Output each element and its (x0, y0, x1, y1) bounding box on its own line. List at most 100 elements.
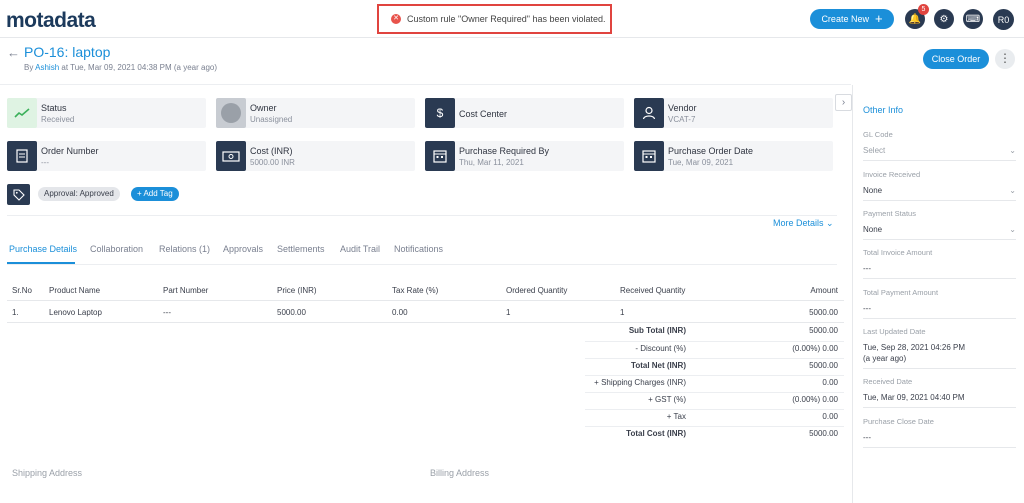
back-arrow-icon[interactable]: ← (7, 45, 20, 60)
summary-label: - Discount (%) (635, 344, 686, 353)
field-value: --- (863, 304, 871, 313)
status-label: Status (41, 103, 67, 113)
required-by-label: Purchase Required By (459, 146, 550, 156)
cost-center-card[interactable]: $ Cost Center (425, 98, 624, 128)
tab-purchase-details[interactable]: Purchase Details (9, 244, 77, 254)
other-info-title: Other Info (863, 105, 904, 115)
summary-label: Total Net (INR) (631, 361, 686, 370)
dollar-icon: $ (425, 98, 455, 128)
chevron-down-icon: ⌄ (1009, 186, 1016, 195)
field-value: --- (863, 433, 871, 442)
divider (585, 358, 844, 359)
cell-part-number: --- (163, 308, 171, 317)
payment-status-field[interactable]: Payment Status None ⌄ (863, 209, 1016, 240)
more-details-label: More Details (773, 218, 824, 228)
keyboard-icon[interactable]: ⌨ (963, 9, 983, 29)
required-by-card[interactable]: Purchase Required By Thu, Mar 11, 2021 (425, 141, 624, 171)
tab-notifications[interactable]: Notifications (394, 244, 443, 254)
user-placeholder-icon (216, 98, 246, 128)
more-options-icon[interactable]: ⋮ (995, 49, 1015, 69)
error-icon: ✕ (391, 14, 401, 24)
close-order-button[interactable]: Close Order (923, 49, 989, 69)
summary-value: 0.00 (822, 412, 838, 421)
toast-message: Custom rule "Owner Required" has been vi… (407, 14, 606, 24)
tab-settlements[interactable]: Settlements (277, 244, 325, 254)
order-date-value: Tue, Mar 09, 2021 (668, 158, 734, 167)
invoice-received-field[interactable]: Invoice Received None ⌄ (863, 170, 1016, 201)
gear-icon[interactable]: ⚙ (934, 9, 954, 29)
summary-label: + Shipping Charges (INR) (594, 378, 686, 387)
vendor-label: Vendor (668, 103, 697, 113)
cost-center-label: Cost Center (459, 109, 508, 119)
byline: By Ashish at Tue, Mar 09, 2021 04:38 PM … (24, 63, 217, 72)
field-label: Received Date (863, 377, 913, 386)
order-date-card[interactable]: Purchase Order Date Tue, Mar 09, 2021 (634, 141, 833, 171)
cell-price: 5000.00 (277, 308, 306, 317)
divider (585, 375, 844, 376)
more-details-link[interactable]: More Details ⌄ (773, 218, 834, 229)
cost-value: 5000.00 INR (250, 158, 295, 167)
error-toast: ✕ Custom rule "Owner Required" has been … (377, 4, 612, 34)
document-icon (7, 141, 37, 171)
field-label: GL Code (863, 130, 893, 139)
field-label: Payment Status (863, 209, 916, 218)
add-tag-button[interactable]: + Add Tag (131, 187, 179, 201)
field-label: Total Payment Amount (863, 288, 939, 297)
total-payment-amount-field: Total Payment Amount --- (863, 288, 1016, 319)
summary-value: 5000.00 (809, 326, 838, 335)
byline-by: By (24, 63, 34, 72)
cost-label: Cost (INR) (250, 146, 293, 156)
summary-value: 5000.00 (809, 429, 838, 438)
gl-code-field[interactable]: GL Code Select ⌄ (863, 130, 1016, 161)
col-part-number: Part Number (163, 286, 209, 295)
last-updated-date-field: Last Updated Date Tue, Sep 28, 2021 04:2… (863, 327, 1016, 369)
order-number-value: --- (41, 158, 49, 167)
table-row[interactable]: 1. Lenovo Laptop --- 5000.00 0.00 1 1 50… (7, 302, 844, 323)
tag-icon (7, 184, 30, 205)
owner-value: Unassigned (250, 115, 293, 124)
calendar-icon (425, 141, 455, 171)
calendar-icon (634, 141, 664, 171)
cost-card[interactable]: Cost (INR) 5000.00 INR (216, 141, 415, 171)
divider (585, 392, 844, 393)
col-price: Price (INR) (277, 286, 317, 295)
divider (7, 264, 837, 265)
summary-label: Total Cost (INR) (626, 429, 686, 438)
create-new-button[interactable]: Create New + (810, 9, 894, 29)
received-date-field: Received Date Tue, Mar 09, 2021 04:40 PM (863, 377, 1016, 408)
byline-timestamp: at Tue, Mar 09, 2021 04:38 PM (a year ag… (61, 63, 218, 72)
user-avatar[interactable]: R0 (993, 9, 1014, 30)
chevron-right-icon[interactable]: › (835, 94, 852, 111)
shipping-address-heading: Shipping Address (12, 468, 83, 478)
table-header: Sr.No Product Name Part Number Price (IN… (7, 280, 844, 301)
create-new-label: Create New (821, 14, 869, 24)
required-by-value: Thu, Mar 11, 2021 (459, 158, 524, 167)
owner-card[interactable]: Owner Unassigned (216, 98, 415, 128)
vendor-card[interactable]: Vendor VCAT-7 (634, 98, 833, 128)
tab-audit-trail[interactable]: Audit Trail (340, 244, 380, 254)
summary-label: + Tax (666, 412, 686, 421)
motadata-logo[interactable]: motadata (6, 9, 96, 33)
summary-value: 0.00 (822, 378, 838, 387)
status-card[interactable]: Status Received (7, 98, 206, 128)
author-link[interactable]: Ashish (35, 63, 59, 72)
top-bar: motadata ✕ Custom rule "Owner Required" … (0, 0, 1024, 38)
banknote-icon (216, 141, 246, 171)
field-label: Invoice Received (863, 170, 921, 179)
divider (585, 409, 844, 410)
divider (0, 84, 851, 85)
tab-collaboration[interactable]: Collaboration (90, 244, 143, 254)
divider (585, 341, 844, 342)
status-value: Received (41, 115, 75, 124)
order-number-card[interactable]: Order Number --- (7, 141, 206, 171)
cell-product-name: Lenovo Laptop (49, 308, 102, 317)
cell-sr-no: 1. (12, 308, 19, 317)
summary-value: (0.00%) 0.00 (792, 395, 838, 404)
chevron-down-icon: ⌄ (1009, 146, 1016, 155)
vendor-value: VCAT-7 (668, 115, 696, 124)
approval-tag[interactable]: Approval: Approved (38, 187, 120, 201)
tab-approvals[interactable]: Approvals (223, 244, 263, 254)
tab-relations[interactable]: Relations (1) (159, 244, 210, 254)
field-label: Purchase Close Date (863, 417, 934, 426)
divider (585, 426, 844, 427)
